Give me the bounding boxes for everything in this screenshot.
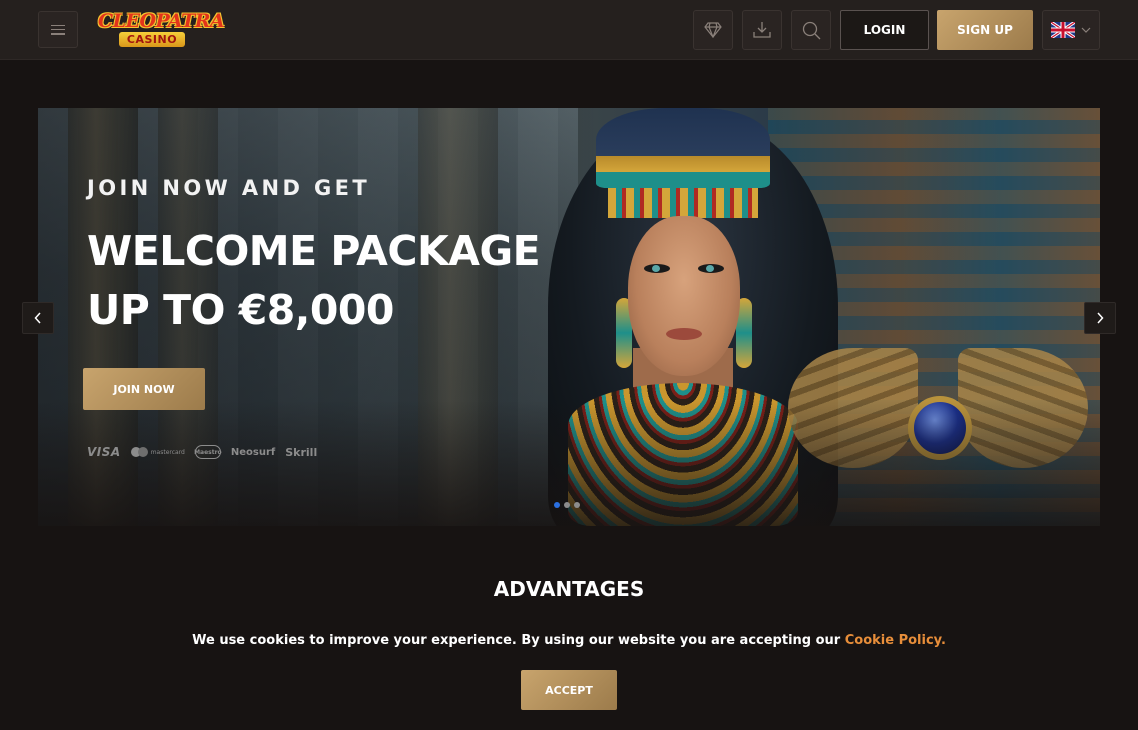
search-button[interactable]: [791, 10, 831, 50]
cookie-policy-link[interactable]: Cookie Policy.: [845, 633, 946, 648]
slider-dot-2[interactable]: [564, 502, 570, 508]
signup-button[interactable]: SIGN UP: [937, 10, 1033, 50]
chevron-left-icon: [34, 312, 41, 324]
mastercard-logo: mastercard: [130, 447, 185, 457]
neosurf-logo: Neosurf: [230, 446, 276, 458]
hero-title-line1: WELCOME PACKAGE: [87, 227, 541, 275]
slider-dot-3[interactable]: [574, 502, 580, 508]
menu-button[interactable]: [38, 11, 78, 48]
logo-subtitle: CASINO: [119, 32, 185, 47]
mastercard-circle-icon: [137, 447, 148, 457]
vip-button[interactable]: [693, 10, 733, 50]
hero-title-line2: UP TO €8,000: [87, 286, 394, 334]
join-now-button[interactable]: JOIN NOW: [83, 368, 205, 410]
slider-prev-button[interactable]: [22, 302, 54, 334]
slider-dot-1[interactable]: [554, 502, 560, 508]
cookie-text: We use cookies to improve your experienc…: [192, 633, 845, 648]
slider-pagination: [554, 502, 580, 508]
search-icon: [802, 21, 820, 39]
casino-logo[interactable]: CLEOPATRA CASINO: [98, 10, 225, 50]
cookie-notice: We use cookies to improve your experienc…: [0, 633, 1138, 648]
payment-methods: VISA mastercard Maestro Neosurf Skrill: [87, 443, 317, 461]
site-header: CLEOPATRA CASINO LOGIN SIGN UP: [0, 0, 1138, 60]
logo-wordmark: CLEOPATRA: [98, 10, 225, 32]
diamond-icon: [704, 22, 722, 38]
slider-next-button[interactable]: [1084, 302, 1116, 334]
accept-cookies-button[interactable]: ACCEPT: [521, 670, 617, 710]
mastercard-label: mastercard: [150, 448, 185, 456]
uk-flag-icon: [1051, 22, 1075, 38]
download-button[interactable]: [742, 10, 782, 50]
advantages-heading: ADVANTAGES: [493, 577, 645, 601]
chevron-down-icon: [1081, 27, 1091, 33]
chevron-right-icon: [1097, 312, 1104, 324]
maestro-logo: Maestro: [194, 445, 222, 459]
menu-icon: [51, 24, 65, 35]
hero-subtitle: JOIN NOW AND GET: [87, 176, 371, 200]
visa-logo: VISA: [87, 445, 121, 459]
hero-title: WELCOME PACKAGE UP TO €8,000: [87, 222, 567, 340]
login-button[interactable]: LOGIN: [840, 10, 929, 50]
download-icon: [753, 22, 771, 38]
skrill-logo: Skrill: [285, 445, 318, 459]
language-selector[interactable]: [1042, 10, 1100, 50]
